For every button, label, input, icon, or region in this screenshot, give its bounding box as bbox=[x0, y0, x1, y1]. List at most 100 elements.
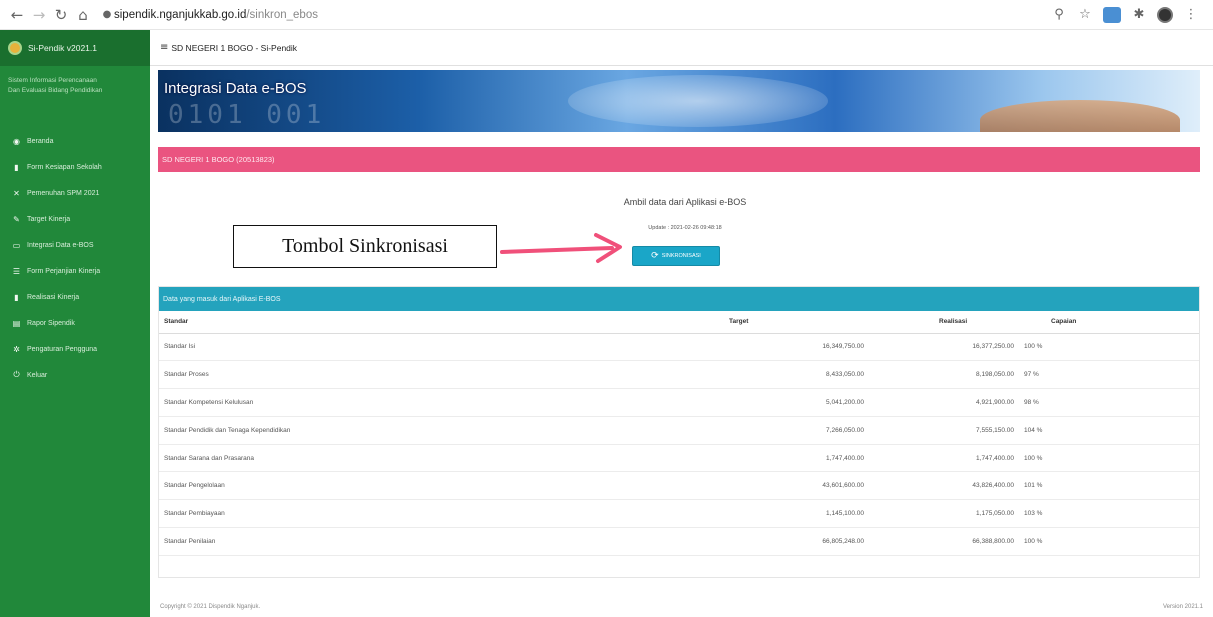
sync-title: Ambil data dari Aplikasi e-BOS bbox=[623, 197, 747, 207]
edit-icon: ✎ bbox=[13, 214, 20, 224]
zoom-icon[interactable]: ⚲ bbox=[1051, 7, 1067, 22]
cell-standar: Standar Kompetensi Kelulusan bbox=[159, 388, 719, 417]
column-header-standar: Standar bbox=[159, 311, 719, 334]
report-icon: ▤ bbox=[12, 318, 21, 328]
sidebar-item-label: Form Kesiapan Sekolah bbox=[27, 163, 102, 171]
star-icon[interactable]: ☆ bbox=[1077, 7, 1093, 22]
cell-capaian: 100 % bbox=[1019, 527, 1199, 556]
sidebar-menu: ◉ Beranda ▮ Form Kesiapan Sekolah ✕ Peme… bbox=[0, 118, 150, 388]
sidebar-item-rapor-sipendik[interactable]: ▤ Rapor Sipendik bbox=[0, 310, 150, 336]
cell-target: 1,747,400.00 bbox=[719, 444, 869, 473]
school-name: SD NEGERI 1 BOGO (20513823) bbox=[162, 155, 275, 164]
cell-capaian: 100 % bbox=[1019, 333, 1199, 362]
brand-name: Si-Pendik v2021.1 bbox=[28, 43, 97, 53]
sync-button[interactable]: ⟳ SINKRONISASI bbox=[632, 246, 720, 266]
sidebar: Si-Pendik v2021.1 Sistem Informasi Peren… bbox=[0, 30, 150, 617]
cell-capaian: 103 % bbox=[1019, 499, 1199, 529]
table-header-row: Standar Target Realisasi Capaian bbox=[159, 311, 1199, 334]
hamburger-icon[interactable]: ≡ bbox=[160, 42, 168, 53]
sidebar-item-target-kinerja[interactable]: ✎ Target Kinerja bbox=[0, 206, 150, 232]
forward-icon[interactable]: → bbox=[28, 4, 50, 26]
sidebar-item-label: Keluar bbox=[27, 371, 48, 379]
sidebar-item-realisasi-kinerja[interactable]: ▮ Realisasi Kinerja bbox=[0, 284, 150, 310]
cell-standar: Standar Penilaian bbox=[159, 527, 719, 556]
cell-capaian: 97 % bbox=[1019, 360, 1199, 390]
ebos-data-panel: Data yang masuk dari Aplikasi E-BOS Stan… bbox=[158, 286, 1200, 578]
table-row: Standar Pengelolaan 43,601,600.00 43,826… bbox=[159, 471, 1199, 501]
banner-glow bbox=[568, 75, 828, 127]
table-row: Standar Sarana dan Prasarana 1,747,400.0… bbox=[159, 444, 1199, 473]
back-icon[interactable]: ← bbox=[6, 4, 28, 26]
cell-realisasi: 1,747,400.00 bbox=[869, 444, 1019, 473]
sidebar-item-form-kesiapan[interactable]: ▮ Form Kesiapan Sekolah bbox=[0, 154, 150, 180]
footer-version: Version 2021.1 bbox=[1162, 603, 1203, 610]
cell-realisasi: 66,388,800.00 bbox=[869, 527, 1019, 556]
cell-capaian: 101 % bbox=[1019, 471, 1199, 501]
url-host: sipendik.nganjukkab.go.id bbox=[114, 8, 247, 21]
logo-icon bbox=[8, 41, 22, 55]
tagline-line-1: Sistem Informasi Perencanaan bbox=[8, 77, 97, 84]
refresh-icon: ⟳ bbox=[651, 251, 659, 261]
column-header-realisasi: Realisasi bbox=[869, 311, 1019, 334]
cell-capaian: 104 % bbox=[1019, 416, 1199, 445]
dashboard-icon: ◉ bbox=[13, 136, 20, 146]
cell-standar: Standar Sarana dan Prasarana bbox=[159, 444, 719, 473]
cell-realisasi: 7,555,150.00 bbox=[869, 416, 1019, 445]
footer-copyright: Copyright © 2021 Dispendik Nganjuk. bbox=[160, 603, 261, 610]
sidebar-item-integrasi-ebos[interactable]: ▭ Integrasi Data e-BOS bbox=[0, 232, 150, 258]
puzzle-icon[interactable]: ✱ bbox=[1131, 7, 1147, 22]
cell-target: 43,601,600.00 bbox=[719, 471, 869, 501]
cell-capaian: 100 % bbox=[1019, 444, 1199, 473]
banner-decoration: 0101 001 bbox=[168, 100, 326, 130]
table-row: Standar Penilaian 66,805,248.00 66,388,8… bbox=[159, 527, 1199, 556]
extension-icon[interactable] bbox=[1103, 6, 1121, 23]
cell-realisasi: 4,921,900.00 bbox=[869, 388, 1019, 417]
menu-kebab-icon[interactable]: ⋮ bbox=[1183, 7, 1199, 22]
column-header-capaian: Capaian bbox=[1019, 311, 1199, 334]
sidebar-item-label: Pengaturan Pengguna bbox=[27, 345, 98, 353]
cell-realisasi: 8,198,050.00 bbox=[869, 360, 1019, 390]
panel-title: Data yang masuk dari Aplikasi E-BOS bbox=[163, 295, 281, 303]
panel-header: Data yang masuk dari Aplikasi E-BOS bbox=[159, 287, 1199, 311]
sidebar-item-label: Beranda bbox=[27, 137, 54, 145]
sidebar-item-label: Realisasi Kinerja bbox=[27, 293, 80, 301]
sidebar-item-perjanjian-kinerja[interactable]: ☰ Form Perjanjian Kinerja bbox=[0, 258, 150, 284]
list-icon: ☰ bbox=[12, 266, 21, 276]
address-bar[interactable]: ● sipendik.nganjukkab.go.id/sinkron_ebos bbox=[100, 4, 1051, 26]
sidebar-item-beranda[interactable]: ◉ Beranda bbox=[0, 128, 150, 154]
page-title: SD NEGERI 1 BOGO - Si-Pendik bbox=[171, 42, 298, 53]
sidebar-item-pemenuhan-spm[interactable]: ✕ Pemenuhan SPM 2021 bbox=[0, 180, 150, 206]
sidebar-item-keluar[interactable]: ⏻ Keluar bbox=[0, 362, 150, 388]
cell-target: 1,145,100.00 bbox=[719, 499, 869, 529]
sync-button-label: SINKRONISASI bbox=[661, 253, 701, 259]
annotation-text: Tombol Sinkronisasi bbox=[282, 235, 448, 257]
sidebar-item-label: Integrasi Data e-BOS bbox=[27, 241, 94, 249]
cell-realisasi: 43,826,400.00 bbox=[869, 471, 1019, 501]
banner: 0101 001 Integrasi Data e-BOS bbox=[158, 70, 1200, 132]
tagline: Sistem Informasi Perencanaan Dan Evaluas… bbox=[0, 66, 150, 118]
power-icon: ⏻ bbox=[13, 370, 20, 379]
table-row: Standar Proses 8,433,050.00 8,198,050.00… bbox=[159, 360, 1199, 390]
column-header-target: Target bbox=[719, 311, 869, 334]
profile-avatar[interactable] bbox=[1157, 6, 1173, 23]
reload-icon[interactable]: ↻ bbox=[50, 4, 72, 26]
gears-icon: ✲ bbox=[13, 344, 20, 354]
cell-standar: Standar Pendidik dan Tenaga Kependidikan bbox=[159, 416, 719, 445]
sidebar-item-label: Target Kinerja bbox=[27, 215, 71, 223]
home-icon[interactable]: ⌂ bbox=[72, 4, 94, 26]
cell-realisasi: 16,377,250.00 bbox=[869, 333, 1019, 362]
sidebar-item-label: Rapor Sipendik bbox=[27, 319, 75, 327]
brand[interactable]: Si-Pendik v2021.1 bbox=[0, 30, 150, 66]
close-icon: ✕ bbox=[13, 188, 20, 198]
cell-target: 5,041,200.00 bbox=[719, 388, 869, 417]
cell-standar: Standar Isi bbox=[159, 333, 719, 362]
table-row: Standar Isi 16,349,750.00 16,377,250.00 … bbox=[159, 333, 1199, 362]
cell-target: 7,266,050.00 bbox=[719, 416, 869, 445]
annotation-box: Tombol Sinkronisasi bbox=[233, 225, 497, 268]
sidebar-item-pengaturan-pengguna[interactable]: ✲ Pengaturan Pengguna bbox=[0, 336, 150, 362]
cell-standar: Standar Proses bbox=[159, 360, 719, 390]
file-icon: ▮ bbox=[14, 162, 19, 172]
annotation-arrow-icon bbox=[500, 233, 622, 263]
url-path: /sinkron_ebos bbox=[246, 8, 318, 21]
table-row: Standar Kompetensi Kelulusan 5,041,200.0… bbox=[159, 388, 1199, 417]
